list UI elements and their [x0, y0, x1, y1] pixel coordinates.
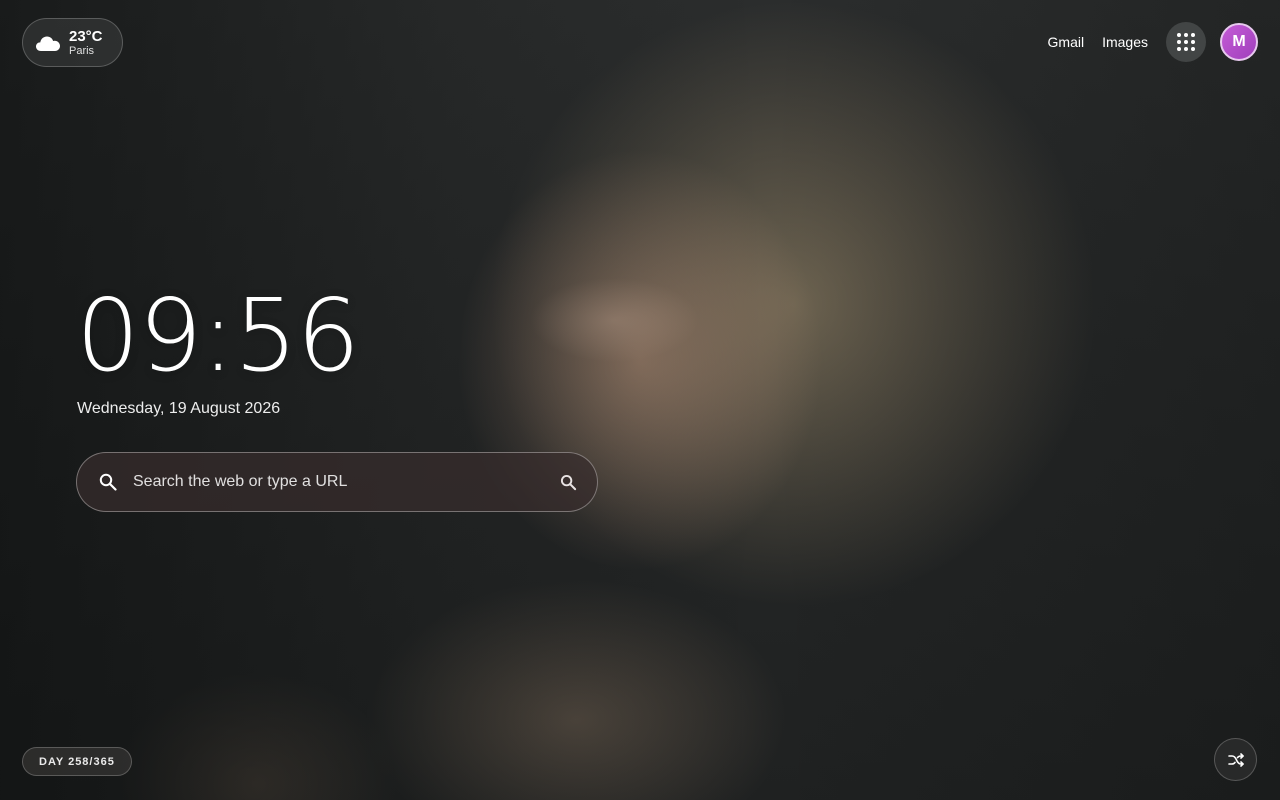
clock-date: Wednesday, 19 August 2026 [77, 400, 281, 417]
new-tab-page: 23°C Paris Gmail Images M 09:56 Wednesda… [0, 0, 1280, 800]
shuffle-background-button[interactable] [1214, 738, 1257, 781]
weather-temperature: 23°C [69, 27, 103, 45]
clock-time: 09:56 [76, 277, 360, 394]
apps-grid-icon [1177, 33, 1195, 51]
weather-city: Paris [69, 44, 95, 57]
avatar[interactable]: M [1220, 23, 1258, 61]
day-counter-badge: DAY 258/365 [22, 747, 132, 776]
apps-button[interactable] [1166, 22, 1206, 62]
images-link[interactable]: Images [1102, 34, 1148, 50]
search-icon [99, 473, 117, 491]
search-submit-icon[interactable] [560, 474, 577, 491]
top-nav: Gmail Images M [1048, 22, 1258, 62]
gmail-link[interactable]: Gmail [1048, 34, 1085, 50]
search-input[interactable] [131, 472, 560, 492]
shuffle-icon [1227, 752, 1244, 767]
cloud-icon [36, 36, 60, 51]
weather-widget[interactable]: 23°C Paris [22, 18, 123, 67]
weather-text: 23°C Paris [69, 29, 103, 57]
search-bar[interactable] [76, 452, 598, 512]
